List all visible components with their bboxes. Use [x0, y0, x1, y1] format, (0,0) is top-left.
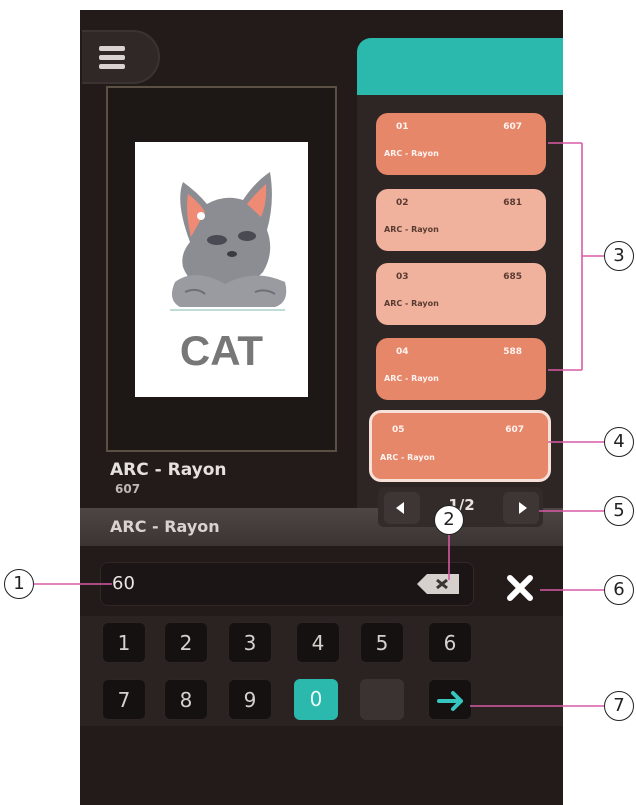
key-6[interactable]: 6 [428, 622, 472, 663]
thread-brand: ARC - Rayon [380, 453, 435, 462]
backspace-icon [417, 574, 459, 594]
current-thread-brand: ARC - Rayon [110, 460, 227, 480]
key-2[interactable]: 2 [164, 622, 208, 663]
cat-image [170, 172, 287, 311]
thread-number: 05 [392, 425, 405, 435]
menu-button[interactable] [82, 30, 160, 84]
callout-5: 5 [604, 496, 634, 526]
key-1[interactable]: 1 [102, 622, 146, 663]
thread-button-2[interactable]: 02 681 ARC - Rayon [376, 189, 546, 251]
callout-7: 7 [604, 691, 634, 721]
numeric-keypad: 1 2 3 4 5 6 7 8 9 0 [80, 616, 563, 726]
thread-button-3[interactable]: 03 685 ARC - Rayon [376, 263, 546, 325]
key-4[interactable]: 4 [296, 622, 340, 663]
callout-4: 4 [604, 427, 634, 457]
thread-brand: ARC - Rayon [384, 225, 439, 234]
key-8[interactable]: 8 [164, 679, 208, 720]
prev-page-button[interactable] [384, 492, 420, 524]
design-card: CAT [135, 142, 308, 397]
key-9[interactable]: 9 [228, 679, 272, 720]
thread-name-text: ARC - Rayon [110, 517, 220, 536]
thread-number: 01 [396, 122, 409, 132]
enter-button[interactable] [428, 679, 472, 720]
thread-code: 588 [503, 347, 522, 357]
next-page-button[interactable] [503, 492, 539, 524]
current-thread-code: 607 [115, 482, 141, 496]
close-button[interactable] [500, 568, 540, 608]
callout-6: 6 [604, 575, 634, 605]
thread-brand: ARC - Rayon [384, 374, 439, 383]
card-label: CAT [179, 327, 264, 374]
callout-1: 1 [4, 569, 34, 599]
thread-button-1[interactable]: 01 607 ARC - Rayon [376, 113, 546, 175]
key-0[interactable]: 0 [294, 679, 338, 720]
key-5[interactable]: 5 [360, 622, 404, 663]
callout-3: 3 [604, 241, 634, 271]
thread-button-5-selected[interactable]: 05 607 ARC - Rayon [369, 410, 551, 482]
thread-button-4[interactable]: 04 588 ARC - Rayon [376, 338, 546, 400]
chevron-left-icon [396, 502, 404, 514]
thread-number: 03 [396, 272, 409, 282]
chevron-right-icon [519, 502, 527, 514]
backspace-button[interactable] [415, 571, 463, 597]
key-blank [360, 679, 404, 720]
thread-number: 02 [396, 198, 409, 208]
close-icon [507, 575, 533, 601]
thread-code: 681 [503, 198, 522, 208]
key-7[interactable]: 7 [102, 679, 146, 720]
key-3[interactable]: 3 [228, 622, 272, 663]
arrow-right-icon [437, 691, 463, 711]
thread-brand: ARC - Rayon [384, 149, 439, 158]
callout-2: 2 [434, 505, 464, 535]
thread-code: 607 [503, 122, 522, 132]
sidebar-header [357, 38, 563, 95]
thread-brand: ARC - Rayon [384, 299, 439, 308]
thread-code: 607 [505, 425, 524, 435]
thread-number: 04 [396, 347, 409, 357]
thread-code: 685 [503, 272, 522, 282]
number-input-value: 60 [112, 573, 135, 594]
